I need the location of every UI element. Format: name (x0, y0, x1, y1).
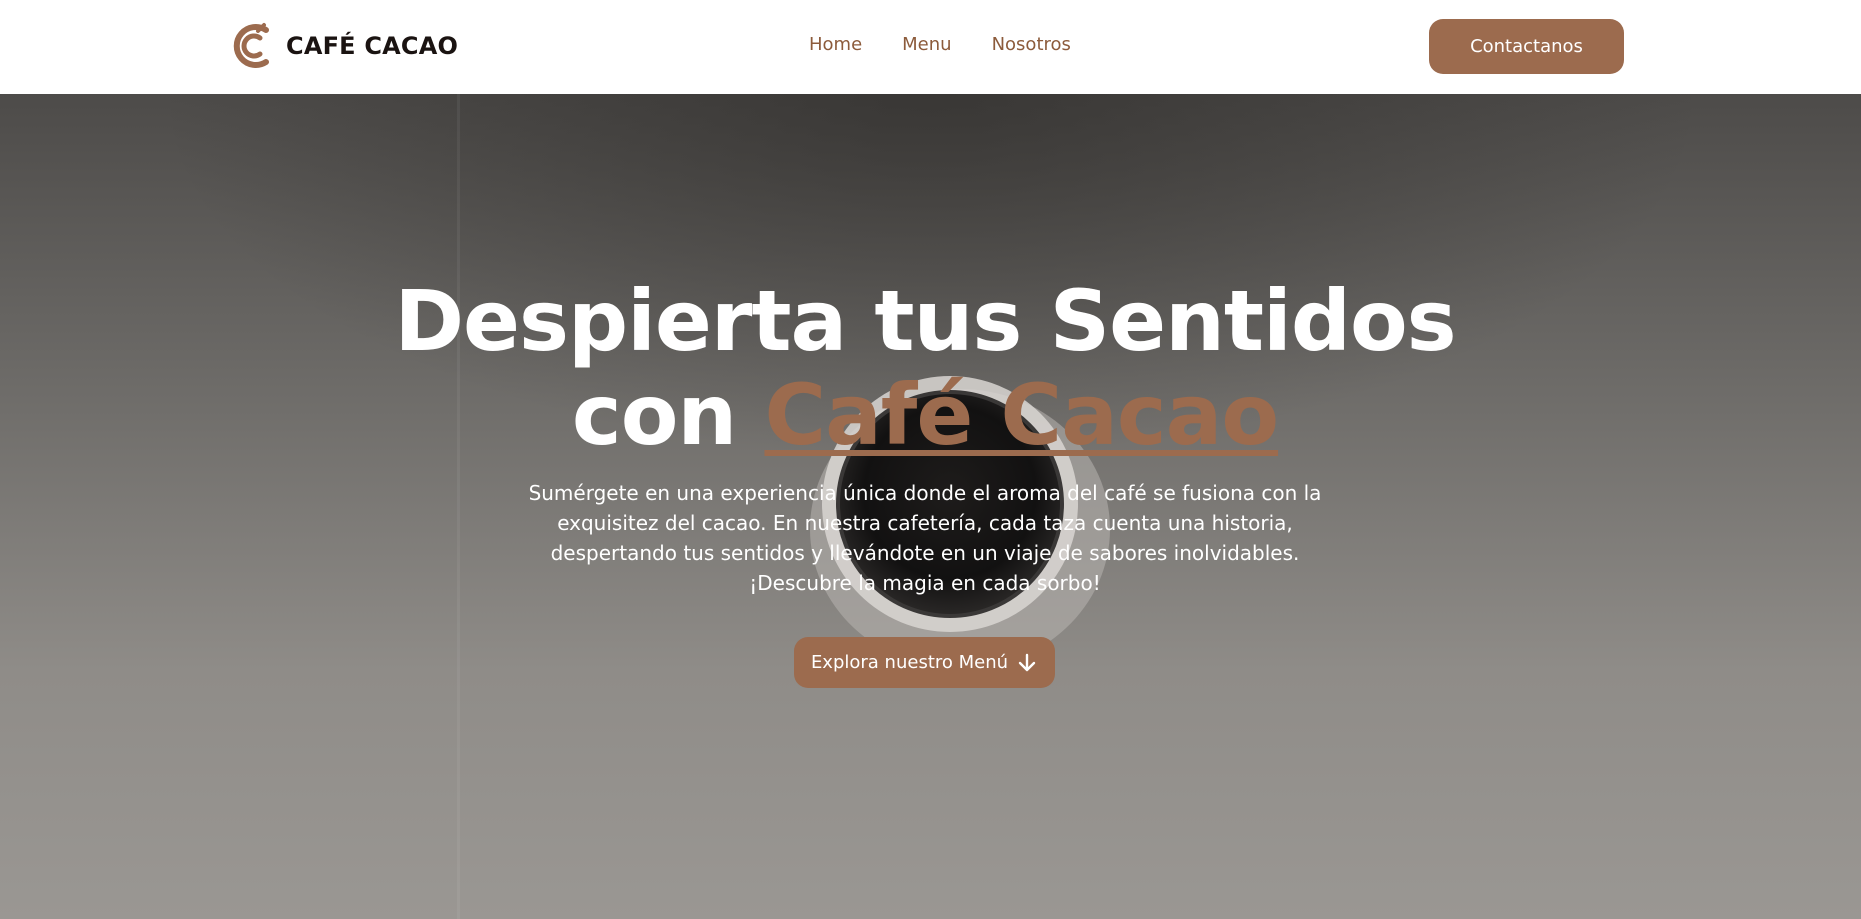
main-nav: Home Menu Nosotros (809, 34, 1071, 55)
nav-link-home[interactable]: Home (809, 34, 862, 55)
hero-description-line-3: despertando tus sentidos y llevándote en… (550, 541, 1300, 565)
hero-title: Despierta tus Sentidos con Café Cacao (380, 274, 1470, 462)
hero-title-line-1: Despierta tus Sentidos (394, 272, 1456, 370)
site-header: CAFÉ CACAO Home Menu Nosotros Contactano… (0, 0, 1861, 94)
nav-item-home: Home (809, 34, 862, 55)
hero-description: Sumérgete en una experiencia única donde… (510, 478, 1340, 598)
brand-name: CAFÉ CACAO (286, 32, 459, 60)
coffee-bean-ring-icon (233, 23, 269, 68)
nav-item-menu: Menu (902, 34, 951, 55)
nav-item-nosotros: Nosotros (992, 34, 1071, 55)
hero-title-accent: Café Cacao (764, 366, 1279, 464)
contact-button[interactable]: Contactanos (1429, 19, 1624, 74)
explore-menu-button[interactable]: Explora nuestro Menú (794, 637, 1055, 688)
arrow-down-icon (1018, 653, 1036, 671)
hero-title-line-2: con Café Cacao (380, 368, 1470, 462)
nav-link-nosotros[interactable]: Nosotros (992, 34, 1071, 55)
hero-section: Despierta tus Sentidos con Café Cacao Su… (0, 94, 1861, 919)
hero-description-line-4: ¡Descubre la magia en cada sorbo! (749, 571, 1101, 595)
explore-menu-label: Explora nuestro Menú (810, 652, 1009, 673)
hero-description-line-1: Sumérgete en una experiencia única donde… (528, 481, 1322, 505)
hero-title-prefix: con (571, 366, 737, 464)
hero-description-line-2: exquisitez del cacao. En nuestra cafeter… (557, 511, 1293, 535)
nav-link-menu[interactable]: Menu (902, 34, 951, 55)
hero-content: Despierta tus Sentidos con Café Cacao Su… (0, 94, 1861, 919)
brand-link[interactable]: CAFÉ CACAO (230, 22, 458, 70)
